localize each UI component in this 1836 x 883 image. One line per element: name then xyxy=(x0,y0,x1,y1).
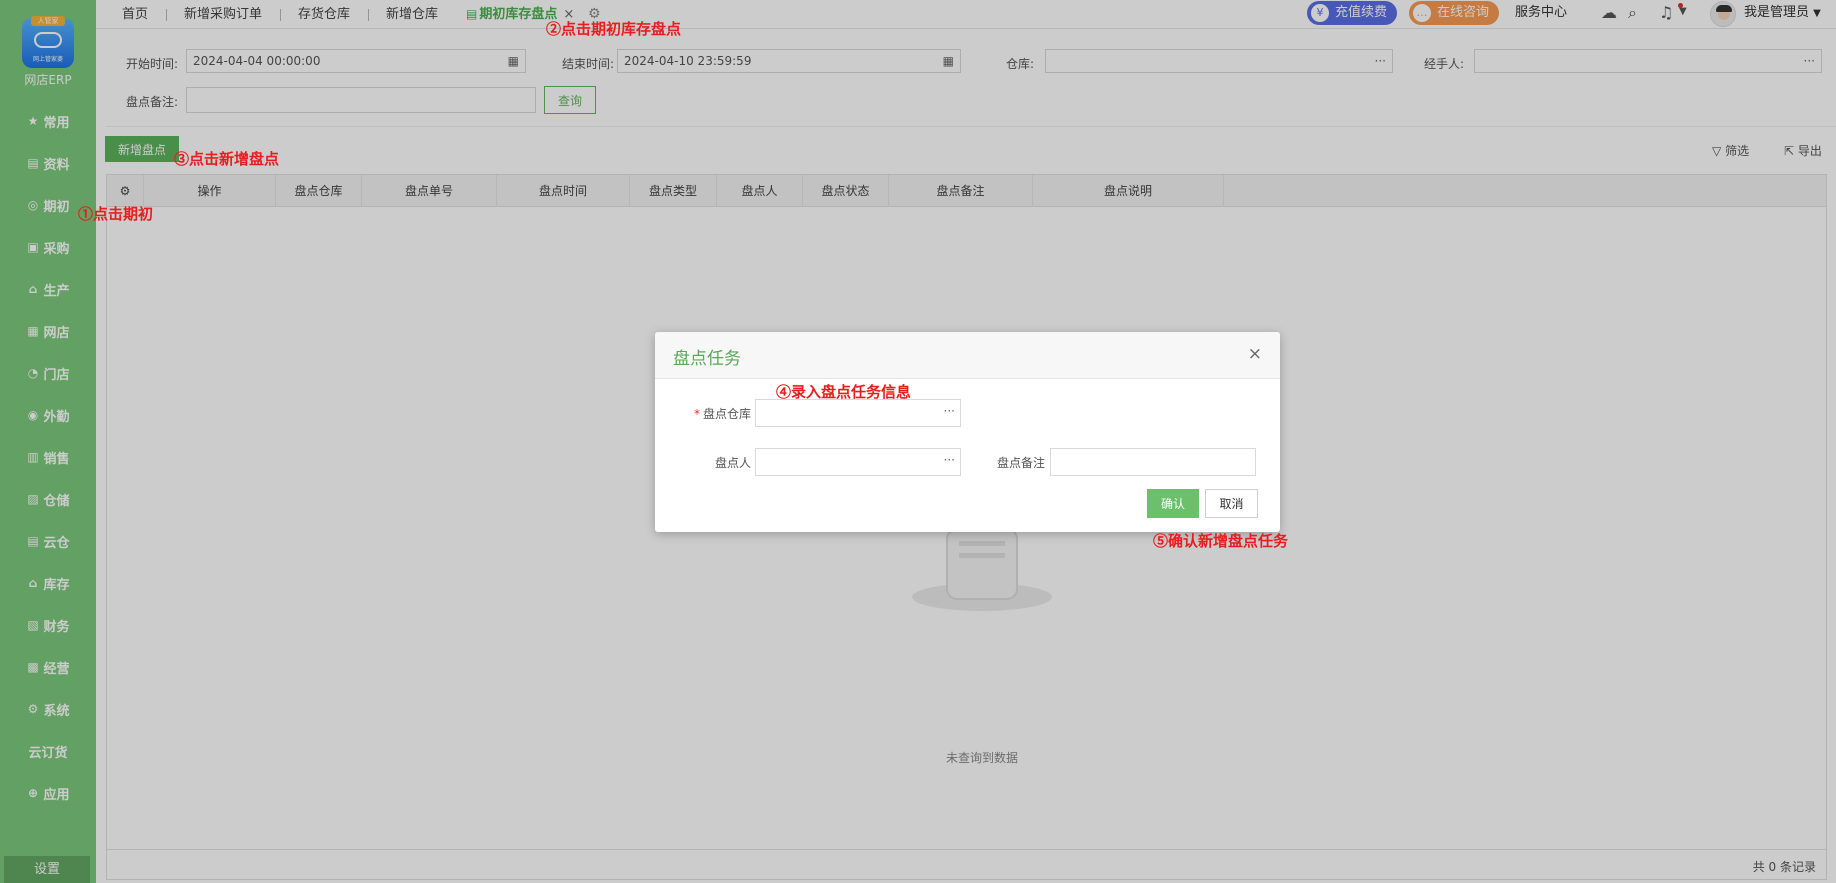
annotation-step-4: ④录入盘点任务信息 xyxy=(776,383,912,401)
stocktake-warehouse-label-text: 盘点仓库 xyxy=(702,407,751,421)
annotation-step-2: ②点击期初库存盘点 xyxy=(546,20,682,38)
dialog-title: 盘点任务 xyxy=(673,349,741,369)
more-icon[interactable]: ··· xyxy=(944,453,955,467)
stocktake-remark-input[interactable] xyxy=(1050,448,1256,476)
annotation-step-3: ③点击新增盘点 xyxy=(174,150,280,168)
stocktake-task-dialog: 盘点任务 × * 盘点仓库 ··· 盘点人 ··· 盘点备注 确认 取消 xyxy=(655,332,1280,532)
close-icon[interactable]: × xyxy=(1248,344,1262,364)
confirm-button[interactable]: 确认 xyxy=(1147,489,1199,518)
stocktake-remark-label: 盘点备注 xyxy=(996,456,1045,470)
stocktake-warehouse-label: * 盘点仓库 xyxy=(685,405,751,422)
stocktake-person-select[interactable]: ··· xyxy=(755,448,961,476)
stocktake-warehouse-select[interactable]: ··· xyxy=(755,399,961,427)
required-mark: * xyxy=(693,407,700,421)
annotation-step-1: ①点击期初 xyxy=(78,205,154,223)
dialog-header: 盘点任务 × xyxy=(655,332,1280,379)
cancel-button[interactable]: 取消 xyxy=(1205,489,1258,518)
stocktake-person-label: 盘点人 xyxy=(714,456,751,470)
annotation-step-5: ⑤确认新增盘点任务 xyxy=(1153,532,1289,550)
more-icon[interactable]: ··· xyxy=(944,404,955,418)
